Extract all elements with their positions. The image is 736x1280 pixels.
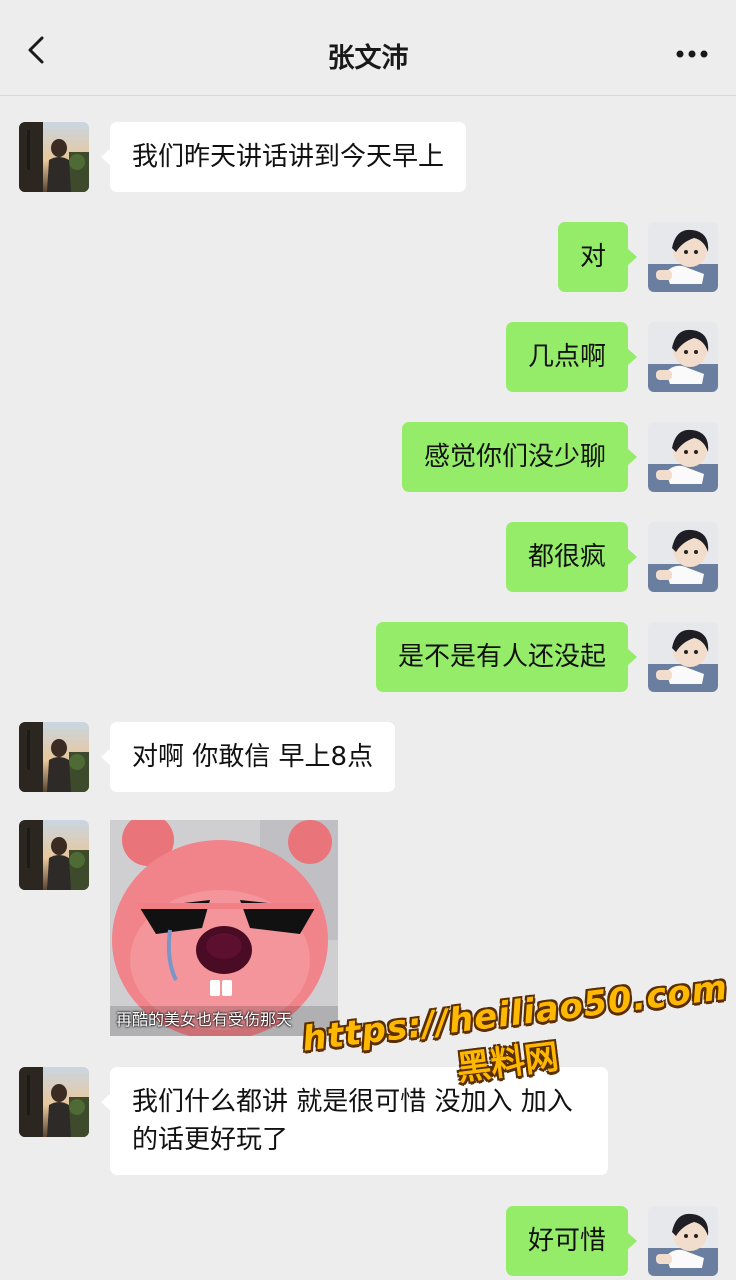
contact-avatar[interactable] xyxy=(19,1067,89,1137)
chat-header: 张文沛 xyxy=(0,0,736,96)
chat-title: 张文沛 xyxy=(327,43,409,74)
contact-avatar[interactable] xyxy=(19,722,89,792)
outgoing-message[interactable]: 几点啊 xyxy=(505,322,638,392)
contact-avatar[interactable] xyxy=(19,122,89,192)
contact-avatar[interactable] xyxy=(19,820,89,890)
incoming-message[interactable]: 对啊 你敢信 早上8点 xyxy=(100,722,396,792)
incoming-message[interactable]: 我们昨天讲话讲到今天早上 xyxy=(100,122,467,192)
outgoing-message[interactable]: 是不是有人还没起 xyxy=(375,622,638,692)
self-avatar[interactable] xyxy=(648,222,718,292)
more-button[interactable] xyxy=(672,38,712,62)
outgoing-message[interactable]: 都很疯 xyxy=(505,522,638,592)
self-avatar[interactable] xyxy=(648,622,718,692)
outgoing-message[interactable]: 感觉你们没少聊 xyxy=(401,422,638,492)
more-dots-icon xyxy=(676,50,708,58)
self-avatar[interactable] xyxy=(648,422,718,492)
pink-beaver-sticker-image xyxy=(110,820,338,1036)
outgoing-message[interactable]: 好可惜 xyxy=(505,1206,638,1276)
outgoing-message[interactable]: 对 xyxy=(557,222,638,292)
self-avatar[interactable] xyxy=(648,1206,718,1276)
self-avatar[interactable] xyxy=(648,522,718,592)
sticker-message[interactable]: 再酷的美女也有受伤那天 xyxy=(110,820,338,1036)
sticker-caption: 再酷的美女也有受伤那天 xyxy=(116,1010,293,1029)
self-avatar[interactable] xyxy=(648,322,718,392)
